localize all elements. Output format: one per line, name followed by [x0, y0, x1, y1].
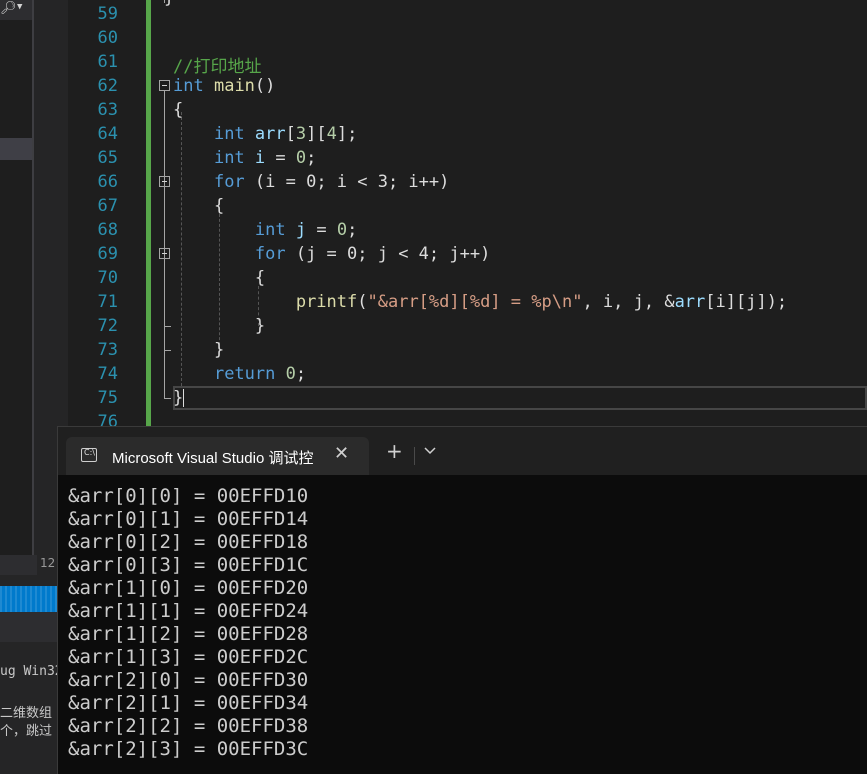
panel-divider	[32, 0, 34, 574]
debug-console-window[interactable]: C:\ Microsoft Visual Studio 调试控 ✕ + &arr…	[57, 426, 867, 774]
console-output-line: &arr[1][3] = 00EFFD2C	[68, 646, 309, 668]
code-line-59: }	[164, 0, 174, 8]
console-output-line: &arr[0][1] = 00EFFD14	[68, 508, 309, 530]
console-output-line: &arr[2][0] = 00EFFD30	[68, 669, 309, 691]
fold-end	[164, 350, 171, 351]
code-line-64: int arr[3][4];	[213, 124, 358, 144]
terminal-tab-title: Microsoft Visual Studio 调试控	[112, 450, 314, 467]
line-number: 70	[97, 268, 118, 288]
code-line-62: int main()	[173, 76, 276, 96]
console-output-line: &arr[0][2] = 00EFFD18	[68, 531, 309, 553]
change-tracking-bar	[146, 0, 151, 432]
current-line-highlight	[173, 386, 867, 410]
line-number: 72	[97, 316, 118, 336]
fold-end	[164, 398, 171, 399]
console-output-line: &arr[1][1] = 00EFFD24	[68, 600, 309, 622]
line-number: 66	[97, 172, 118, 192]
output-line: 个，跳过	[0, 724, 53, 739]
code-line-63: {	[173, 100, 184, 120]
console-output-line: &arr[2][2] = 00EFFD38	[68, 715, 309, 737]
line-number: 69	[97, 244, 118, 264]
selected-tree-item[interactable]	[0, 138, 32, 160]
line-indicator: 12	[40, 556, 56, 570]
code-line-74: return 0;	[213, 364, 307, 384]
fold-toggle-icon[interactable]	[159, 248, 170, 259]
line-number: 61	[97, 52, 118, 72]
line-number: 67	[97, 196, 118, 216]
chevron-down-icon[interactable]: ▼	[17, 2, 22, 12]
line-number: 64	[97, 124, 118, 144]
new-tab-button[interactable]: +	[386, 441, 403, 461]
line-number: 60	[97, 28, 118, 48]
code-line-75: }	[173, 388, 184, 408]
line-number: 75	[97, 388, 118, 408]
terminal-tab-bar: C:\ Microsoft Visual Studio 调试控 ✕ +	[58, 427, 867, 475]
fold-toggle-icon[interactable]	[159, 176, 170, 187]
code-line-69: for (j = 0; j < 4; j++)	[254, 244, 491, 264]
console-output: &arr[0][0] = 00EFFD10 &arr[0][1] = 00EFF…	[68, 485, 308, 761]
console-output-line: &arr[0][0] = 00EFFD10	[68, 485, 309, 507]
terminal-tab[interactable]: C:\ Microsoft Visual Studio 调试控 ✕	[66, 437, 369, 475]
line-number: 62	[97, 76, 118, 96]
line-number: 68	[97, 220, 118, 240]
code-line-65: int i = 0;	[213, 148, 317, 168]
code-line-61: //打印地址	[173, 57, 262, 77]
line-number: 65	[97, 148, 118, 168]
console-output-line: &arr[2][1] = 00EFFD34	[68, 692, 309, 714]
output-line: ug Win32	[0, 664, 63, 679]
console-output-line: &arr[0][3] = 00EFFD1C	[68, 554, 309, 576]
explorer-tree	[0, 20, 32, 555]
code-line-68: int j = 0;	[254, 220, 358, 240]
code-line-66: for (i = 0; i < 3; i++)	[213, 172, 450, 192]
code-line-70: {	[254, 268, 266, 288]
fold-end	[164, 326, 171, 327]
tab-separator	[414, 447, 415, 465]
code-line-71: printf("&arr[%d][%d] = %p\n", i, j, &arr…	[295, 292, 788, 312]
line-number: 63	[97, 100, 118, 120]
code-editor[interactable]: 59 60 61 62 63 64 65 66 67 68 69 70 71 7…	[68, 0, 867, 432]
terminal-icon: C:\	[81, 448, 97, 462]
horizontal-scrollbar[interactable]	[0, 555, 37, 575]
console-output-line: &arr[1][2] = 00EFFD28	[68, 623, 309, 645]
search-icon[interactable]: 🔎︎	[0, 1, 17, 16]
line-number: 74	[97, 364, 118, 384]
output-line: 二维数组	[0, 706, 53, 721]
console-output-line: &arr[2][3] = 00EFFD3C	[68, 738, 309, 760]
fold-line	[164, 91, 165, 398]
line-number: 59	[97, 4, 118, 24]
explorer-toolbar: 🔎︎ ▼	[0, 0, 32, 20]
code-line-67: {	[213, 196, 225, 216]
line-number: 73	[97, 340, 118, 360]
code-line-73: }	[213, 340, 225, 360]
fold-toggle-icon[interactable]	[159, 80, 170, 91]
line-number: 71	[97, 292, 118, 312]
console-output-line: &arr[1][0] = 00EFFD20	[68, 577, 309, 599]
code-line-72: }	[254, 316, 266, 336]
chevron-down-icon[interactable]	[424, 444, 436, 458]
text-caret	[183, 389, 184, 407]
close-icon[interactable]: ✕	[334, 443, 349, 464]
